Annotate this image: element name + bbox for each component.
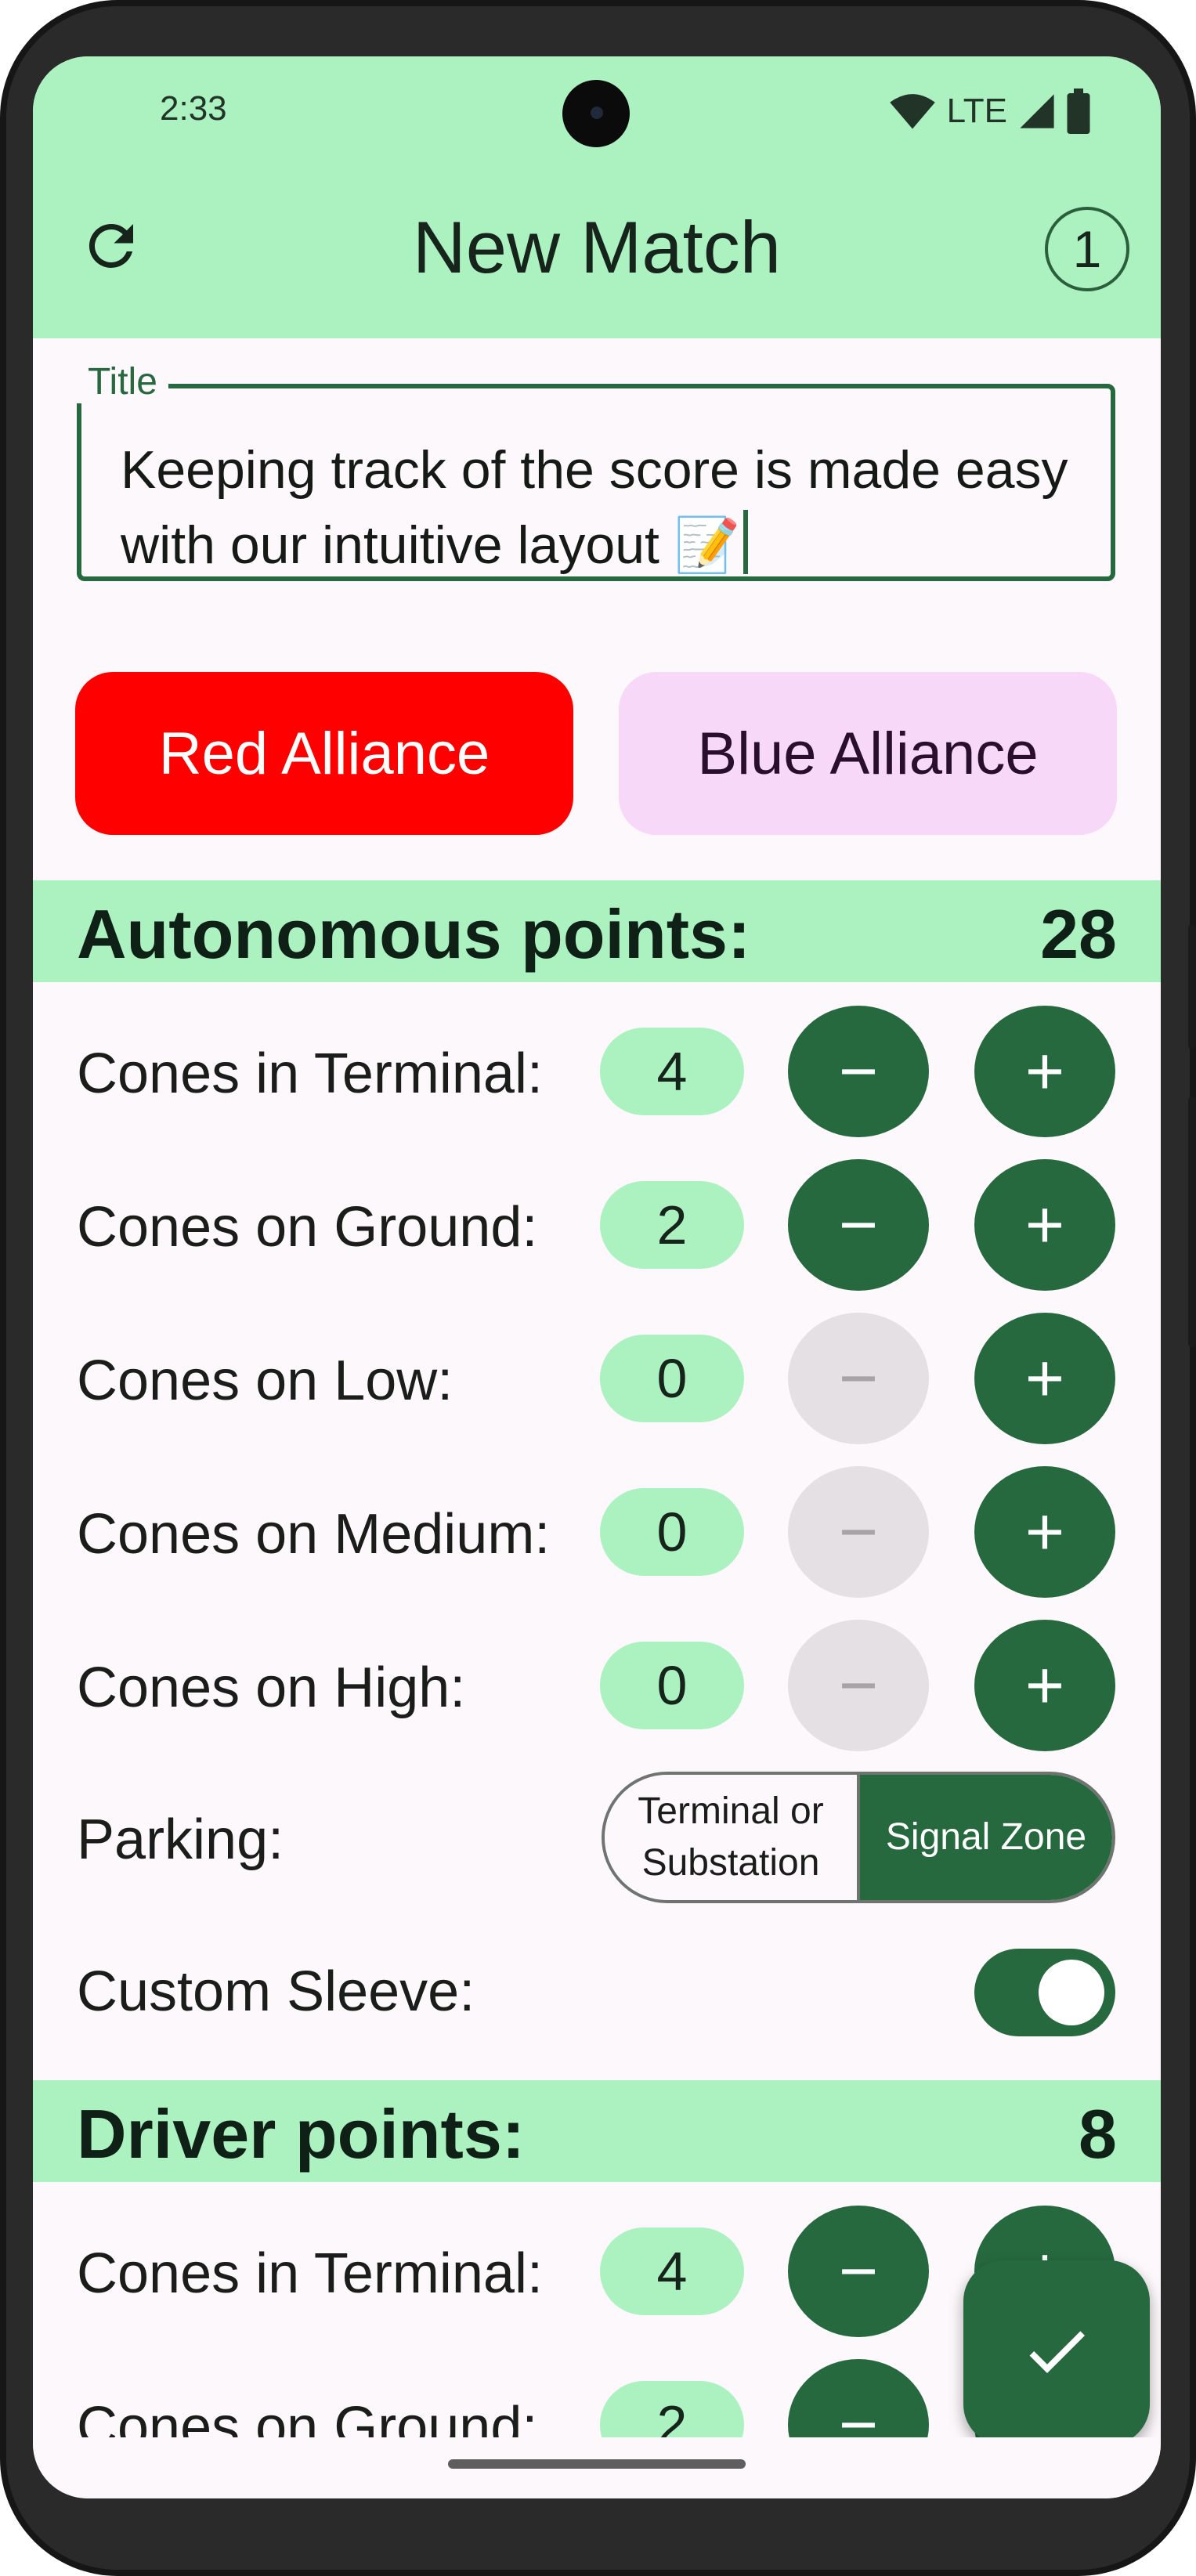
row-count: 0 <box>600 1335 744 1422</box>
red-alliance-button[interactable]: Red Alliance <box>75 672 573 835</box>
increment-button[interactable]: + <box>974 1620 1115 1751</box>
network-type-label: LTE <box>946 92 1007 130</box>
autonomous-header-label: Autonomous points: <box>77 895 751 973</box>
auto-row-cones-high: Cones on High: 0 − + <box>33 1620 1161 1753</box>
decrement-button[interactable]: − <box>788 1159 929 1291</box>
row-count: 0 <box>600 1488 744 1576</box>
check-icon <box>1019 2314 1094 2393</box>
row-count: 4 <box>600 1028 744 1115</box>
decrement-button-disabled: − <box>788 1620 929 1751</box>
page-title: New Match <box>412 206 782 288</box>
row-label: Cones in Terminal: <box>77 2242 543 2305</box>
increment-button[interactable]: + <box>974 1006 1115 1137</box>
row-count: 4 <box>600 2227 744 2315</box>
driver-header: Driver points: 8 <box>33 2080 1161 2182</box>
front-camera <box>562 80 630 147</box>
title-input-text: Keeping track of the score is made easy … <box>121 440 1068 575</box>
app-screen: 2:33 LTE New Match 1 Title Keeping track… <box>33 56 1161 2498</box>
top-app-bar: 2:33 LTE New Match 1 <box>33 56 1161 338</box>
parking-option-terminal[interactable]: Terminal or Substation <box>605 1775 860 1900</box>
autonomous-total: 28 <box>1040 895 1117 973</box>
auto-row-cones-ground: Cones on Ground: 2 − + <box>33 1159 1161 1292</box>
home-indicator[interactable] <box>448 2459 746 2469</box>
parking-option-terminal-label: Terminal or Substation <box>638 1790 824 1884</box>
driver-header-label: Driver points: <box>77 2095 526 2173</box>
volume-button <box>1188 1097 1196 1347</box>
parking-option-signal-zone[interactable]: Signal Zone <box>860 1775 1112 1900</box>
refresh-icon <box>78 213 144 283</box>
row-label: Cones in Terminal: <box>77 1042 543 1105</box>
signal-icon <box>1018 92 1056 131</box>
custom-sleeve-label: Custom Sleeve: <box>77 1960 475 2023</box>
wifi-icon <box>889 92 936 131</box>
refresh-button[interactable] <box>74 210 149 285</box>
status-icons: LTE <box>889 88 1090 135</box>
decrement-button[interactable]: − <box>788 2206 929 2337</box>
auto-row-cones-low: Cones on Low: 0 − + <box>33 1313 1161 1446</box>
auto-row-cones-terminal: Cones in Terminal: 4 − + <box>33 1006 1161 1139</box>
parking-segmented-control: Terminal or Substation Signal Zone <box>602 1772 1115 1903</box>
text-cursor <box>743 510 749 574</box>
title-input-value[interactable]: Keeping track of the score is made easy … <box>121 432 1092 583</box>
row-label: Cones on High: <box>77 1657 466 1719</box>
title-input-label: Title <box>77 360 168 403</box>
row-label: Cones on Medium: <box>77 1503 551 1566</box>
decrement-button-disabled: − <box>788 1466 929 1598</box>
autonomous-header: Autonomous points: 28 <box>33 880 1161 982</box>
parking-row: Parking: Terminal or Substation Signal Z… <box>33 1772 1161 1905</box>
driver-total: 8 <box>1079 2095 1117 2173</box>
parking-label: Parking: <box>77 1808 284 1871</box>
status-time: 2:33 <box>160 89 227 128</box>
auto-row-cones-medium: Cones on Medium: 0 − + <box>33 1466 1161 1599</box>
increment-button[interactable]: + <box>974 1313 1115 1444</box>
blue-alliance-button[interactable]: Blue Alliance <box>619 672 1117 835</box>
toggle-knob <box>1039 1960 1104 2025</box>
row-count: 0 <box>600 1642 744 1729</box>
row-count: 2 <box>600 1181 744 1269</box>
increment-button[interactable]: + <box>974 1466 1115 1598</box>
power-button <box>1188 924 1196 1050</box>
battery-icon <box>1067 89 1090 134</box>
custom-sleeve-row: Custom Sleeve: <box>33 1924 1161 2057</box>
row-label: Cones on Ground: <box>77 1196 538 1259</box>
increment-button[interactable]: + <box>974 1159 1115 1291</box>
match-number-badge[interactable]: 1 <box>1001 207 1129 291</box>
match-number: 1 <box>1045 207 1129 291</box>
row-label: Cones on Low: <box>77 1349 453 1412</box>
save-match-fab[interactable] <box>963 2260 1150 2445</box>
custom-sleeve-toggle[interactable] <box>974 1949 1115 2036</box>
decrement-button-disabled: − <box>788 1313 929 1444</box>
decrement-button[interactable]: − <box>788 1006 929 1137</box>
